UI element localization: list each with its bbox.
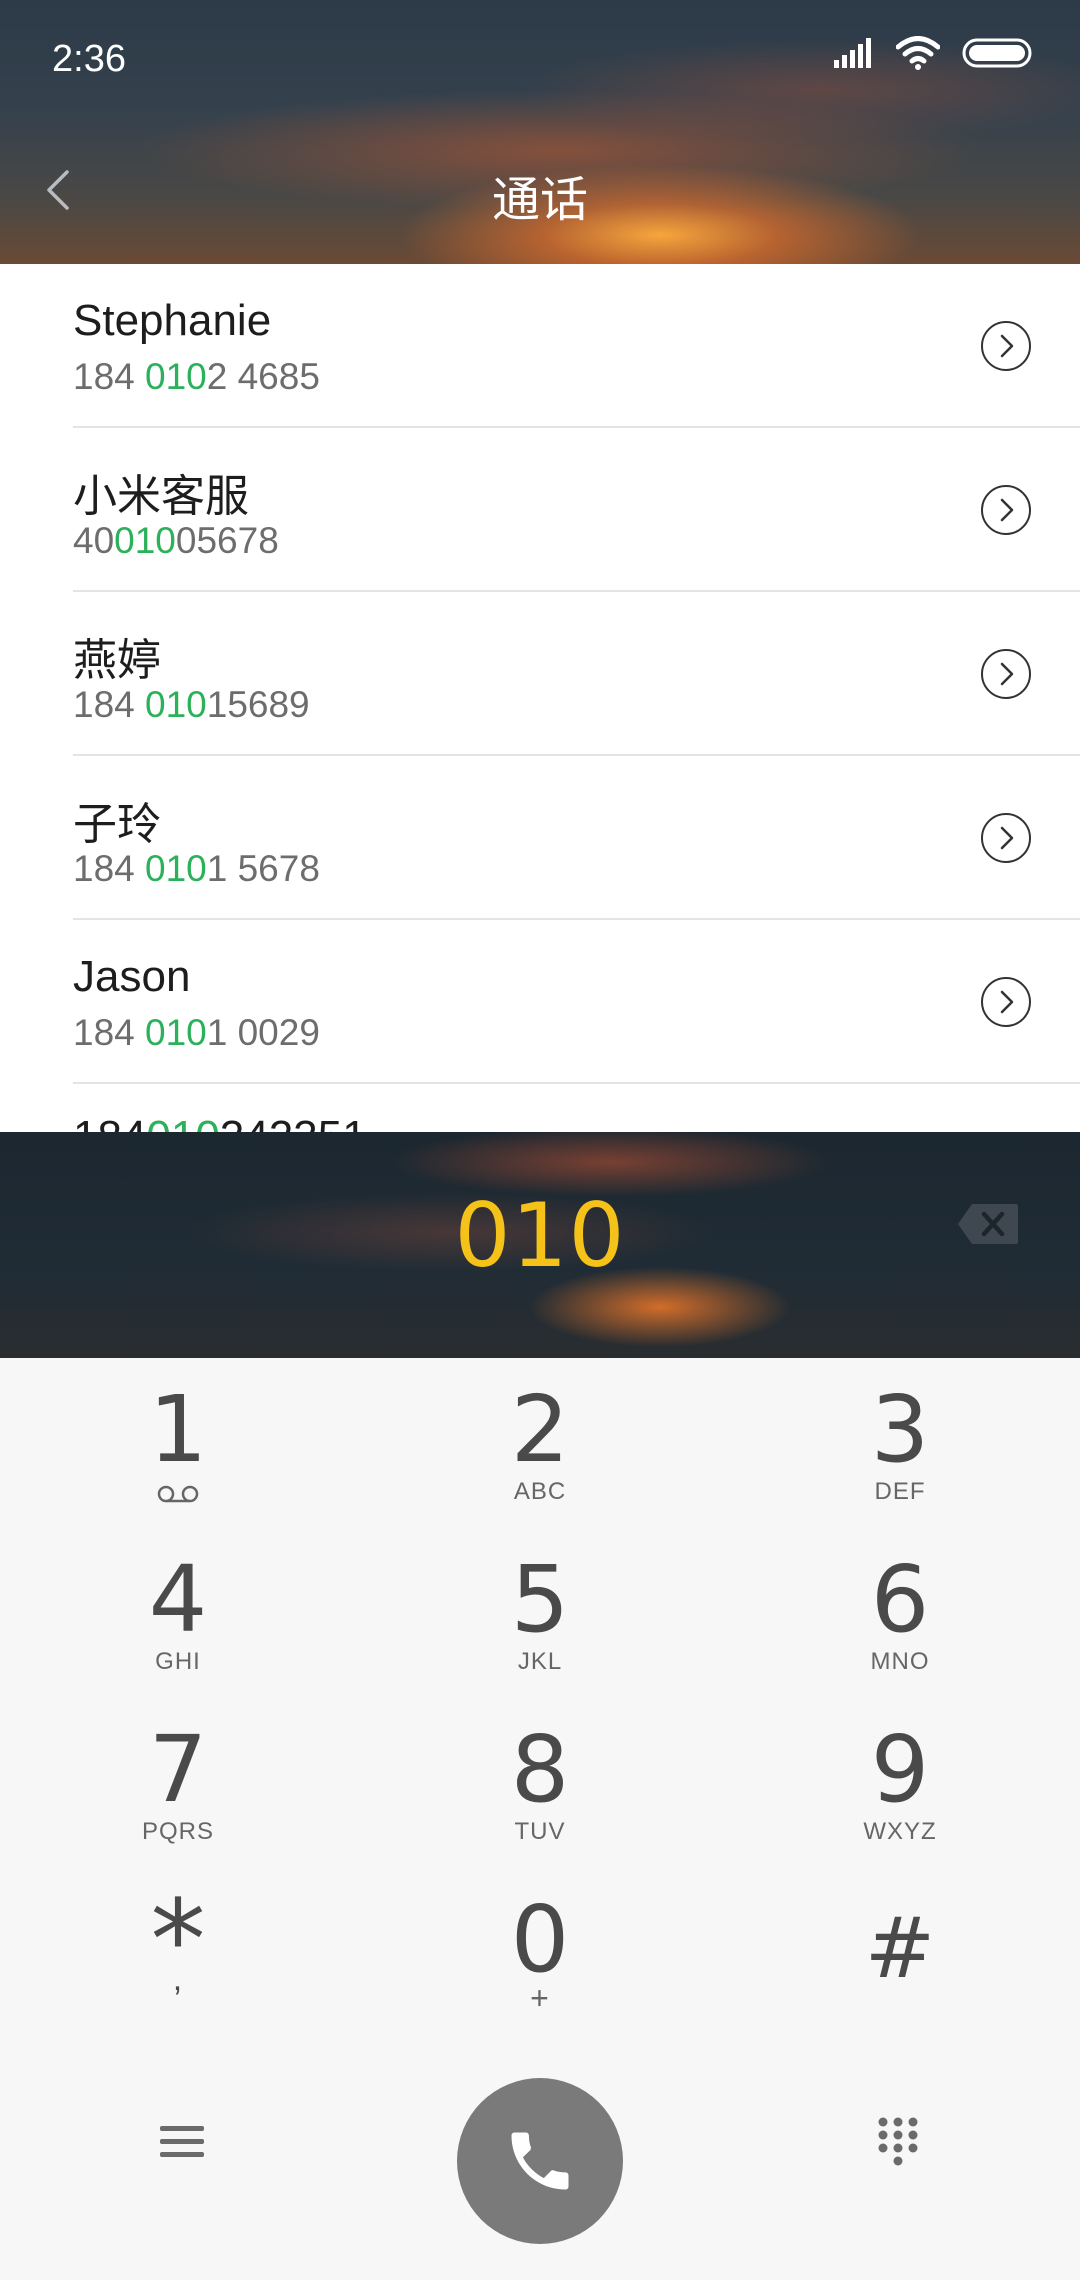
contact-name: 子玲 [73,800,161,849]
header: 2:36 通话 [0,0,1080,264]
result-row[interactable]: 燕婷 184 01015689 [0,592,1080,756]
number-match-highlight: 010 [145,356,207,397]
key-0[interactable]: 0 + [430,1868,650,2038]
battery-icon [962,38,1032,68]
status-time: 2:36 [52,38,126,80]
key-2[interactable]: 2 ABC [430,1358,650,1528]
result-row[interactable]: 小米客服 4001005678 [0,428,1080,592]
action-bar [0,2038,1080,2280]
dialpad-toggle-button[interactable] [858,2102,938,2182]
page-title: 通话 [491,174,588,227]
contact-number: 184 0101 5678 [73,848,320,889]
contact-detail-button[interactable] [980,484,1032,536]
contact-name: Stephanie [73,296,272,345]
phone-icon [511,2132,569,2190]
number-match-highlight: 010 [145,1012,207,1053]
number-match-highlight: 010 [145,848,207,889]
contact-number: 184 0101 0029 [73,1012,320,1053]
key-9[interactable]: 9 WXYZ [790,1698,1010,1868]
title-bar: 通话 [0,140,1080,240]
contact-name: 燕婷 [73,636,161,685]
number-match-highlight: 010 [145,684,207,725]
key-4[interactable]: 4 GHI [68,1528,288,1698]
dialed-number: 010 [454,1184,626,1287]
contact-detail-button[interactable] [980,320,1032,372]
dialpad-icon [878,2117,918,2166]
voicemail-icon [157,1485,199,1503]
number-match-highlight: 010 [146,1112,219,1132]
signal-icon [834,38,871,68]
key-6[interactable]: 6 MNO [790,1528,1010,1698]
key-star[interactable]: * , [68,1868,288,2038]
key-7[interactable]: 7 PQRS [68,1698,288,1868]
contact-number: 184 0102 4685 [73,356,320,397]
dialed-number-display: 010 [0,1132,1080,1358]
wifi-icon [896,36,940,70]
key-8[interactable]: 8 TUV [430,1698,650,1868]
contact-detail-button[interactable] [980,648,1032,700]
status-bar: 2:36 [0,0,1080,120]
key-3[interactable]: 3 DEF [790,1358,1010,1528]
result-row[interactable]: Stephanie 184 0102 4685 [0,264,1080,428]
result-row[interactable]: Jason 184 0101 0029 [0,920,1080,1084]
menu-button[interactable] [142,2102,222,2182]
result-row[interactable]: 子玲 184 0101 5678 [0,756,1080,920]
search-results-list: Stephanie 184 0102 4685 小米客服 4001005678 … [0,264,1080,1132]
contact-detail-button[interactable] [980,976,1032,1028]
menu-icon [160,2126,204,2157]
contact-detail-button[interactable] [980,812,1032,864]
contact-name: Jason [73,952,191,1001]
call-button[interactable] [457,2078,623,2244]
key-1[interactable]: 1 [68,1358,288,1528]
number-match-highlight: 010 [114,520,176,561]
backspace-icon[interactable] [956,1202,1020,1246]
key-5[interactable]: 5 JKL [430,1528,650,1698]
status-icons [834,36,1032,70]
result-row-partial[interactable]: 184010342351 [73,1112,367,1132]
contact-name: 小米客服 [73,472,249,521]
key-hash[interactable]: # [790,1868,1010,2038]
contact-number: 184 01015689 [73,684,310,725]
keypad: 1 2 ABC 3 DEF 4 GHI 5 JKL 6 MNO 7 PQRS 8… [0,1358,1080,2038]
divider [73,1082,1080,1084]
contact-number: 4001005678 [73,520,279,561]
